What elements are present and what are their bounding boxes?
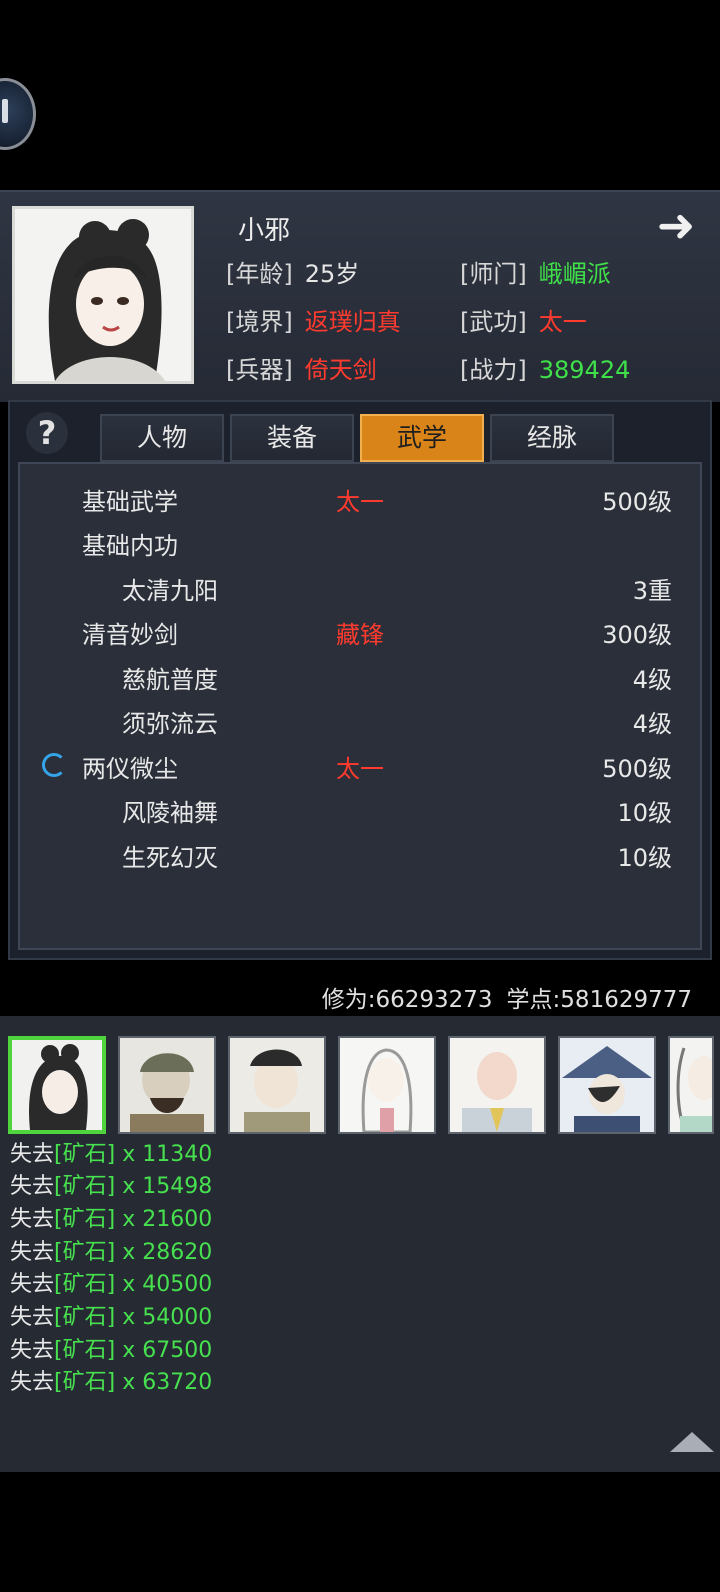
skill-level: 4级 bbox=[632, 710, 672, 738]
character-header: 小邪 ➜ [年龄] 25岁 [师门] 峨嵋派 [境界] 返璞归真 [武功] 太一 [兵器… bbox=[0, 190, 720, 402]
skill-level: 10级 bbox=[617, 844, 672, 872]
skill-name: 太清九阳 bbox=[122, 577, 218, 605]
skill-level: 10级 bbox=[617, 799, 672, 827]
skill-level: 500级 bbox=[602, 488, 672, 516]
stats-line: 修为:66293273 学点:581629777 bbox=[308, 980, 692, 1014]
skill-level: 3重 bbox=[632, 577, 672, 605]
info-sect: [师门] 峨嵋派 bbox=[460, 254, 611, 289]
character-portrait bbox=[12, 206, 194, 384]
character-slot[interactable] bbox=[558, 1036, 656, 1134]
skill-tag: 太一 bbox=[336, 755, 384, 783]
skill-row[interactable]: 两仪微尘 太一 500级 bbox=[20, 741, 704, 785]
log-line: 失去[矿石] x 54000 bbox=[10, 1305, 213, 1330]
log-line: 失去[矿石] x 15498 bbox=[10, 1174, 213, 1199]
skill-name: 清音妙剑 bbox=[82, 621, 178, 649]
skill-row[interactable]: 风陵袖舞 10级 bbox=[20, 785, 704, 829]
skill-row[interactable]: 清音妙剑 藏锋 300级 bbox=[20, 607, 704, 651]
log-line: 失去[矿石] x 21600 bbox=[10, 1207, 213, 1232]
skills-list: 基础武学 太一 500级 基础内功 太清九阳 3重 清音妙剑 藏锋 300级 慈… bbox=[18, 462, 702, 950]
learning-points-value: 学点:581629777 bbox=[506, 987, 692, 1013]
weapon-label: [兵器] bbox=[226, 356, 293, 384]
tab-meridians[interactable]: 经脉 bbox=[490, 414, 614, 462]
age-label: [年龄] bbox=[226, 260, 293, 288]
cultivation-value: 修为:66293273 bbox=[321, 987, 493, 1013]
log-line: 失去[矿石] x 11340 bbox=[10, 1142, 213, 1167]
log-line: 失去[矿石] x 63720 bbox=[10, 1370, 213, 1395]
tab-equipment[interactable]: 装备 bbox=[230, 414, 354, 462]
scroll-up-icon[interactable] bbox=[670, 1432, 714, 1452]
info-martial: [武功] 太一 bbox=[460, 302, 587, 337]
menu-icon bbox=[2, 99, 8, 123]
loading-spinner-icon bbox=[42, 753, 66, 777]
character-slot[interactable] bbox=[118, 1036, 216, 1134]
skill-tag: 太一 bbox=[336, 488, 384, 516]
skill-name: 风陵袖舞 bbox=[122, 799, 218, 827]
skill-tag: 藏锋 bbox=[336, 621, 384, 649]
skill-level: 500级 bbox=[602, 755, 672, 783]
sect-value: 峨嵋派 bbox=[538, 260, 611, 288]
skill-row[interactable]: 太清九阳 3重 bbox=[20, 563, 704, 607]
character-slot[interactable] bbox=[338, 1036, 436, 1134]
power-label: [战力] bbox=[460, 356, 527, 384]
next-arrow-icon[interactable]: ➜ bbox=[646, 200, 706, 250]
info-realm: [境界] 返璞归真 bbox=[226, 302, 401, 337]
menu-round-button[interactable] bbox=[0, 78, 36, 150]
realm-value: 返璞归真 bbox=[304, 308, 401, 336]
power-value: 389424 bbox=[538, 356, 631, 384]
skill-level: 4级 bbox=[632, 666, 672, 694]
skill-name: 慈航普度 bbox=[122, 666, 218, 694]
skill-row[interactable]: 生死幻灭 10级 bbox=[20, 830, 704, 874]
log-line: 失去[矿石] x 40500 bbox=[10, 1272, 213, 1297]
log-line: 失去[矿石] x 28620 bbox=[10, 1240, 213, 1265]
skill-row[interactable]: 慈航普度 4级 bbox=[20, 652, 704, 696]
character-slot[interactable] bbox=[448, 1036, 546, 1134]
martial-label: [武功] bbox=[460, 308, 527, 336]
info-weapon: [兵器] 倚天剑 bbox=[226, 350, 377, 385]
age-value: 25岁 bbox=[304, 260, 360, 288]
tab-character[interactable]: 人物 bbox=[100, 414, 224, 462]
info-age: [年龄] 25岁 bbox=[226, 254, 359, 289]
character-name: 小邪 bbox=[238, 216, 291, 246]
skill-name: 两仪微尘 bbox=[82, 755, 178, 783]
weapon-value: 倚天剑 bbox=[304, 356, 377, 384]
help-icon[interactable]: ? bbox=[26, 412, 68, 454]
log-line: 失去[矿石] x 67500 bbox=[10, 1338, 213, 1363]
info-power: [战力] 389424 bbox=[460, 350, 630, 385]
skill-name: 基础武学 bbox=[82, 488, 178, 516]
skill-row[interactable]: 基础内功 bbox=[20, 518, 704, 562]
sect-label: [师门] bbox=[460, 260, 527, 288]
skill-row[interactable]: 须弥流云 4级 bbox=[20, 696, 704, 740]
tab-martial-arts[interactable]: 武学 bbox=[360, 414, 484, 462]
skill-name: 生死幻灭 bbox=[122, 844, 218, 872]
character-slot[interactable] bbox=[668, 1036, 714, 1134]
skill-level: 300级 bbox=[602, 621, 672, 649]
character-slot[interactable] bbox=[228, 1036, 326, 1134]
skill-name: 须弥流云 bbox=[122, 710, 218, 738]
martial-value: 太一 bbox=[538, 308, 587, 336]
character-slot-selected[interactable] bbox=[8, 1036, 106, 1134]
skill-name: 基础内功 bbox=[82, 532, 178, 560]
realm-label: [境界] bbox=[226, 308, 293, 336]
skill-row[interactable]: 基础武学 太一 500级 bbox=[20, 474, 704, 518]
